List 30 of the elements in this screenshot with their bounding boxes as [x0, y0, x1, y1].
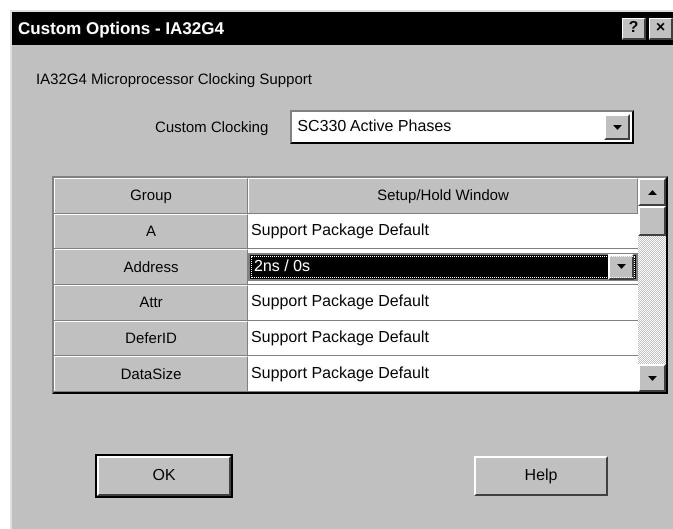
dropdown-button[interactable] [608, 254, 634, 280]
row-header: A [54, 214, 248, 248]
caret-icon [648, 376, 656, 380]
table-cell: Support Package Default [248, 356, 638, 392]
scroll-thumb[interactable] [638, 206, 666, 236]
window-title: Custom Options - IA32G4 [18, 18, 224, 38]
row-header: Attr [54, 285, 248, 320]
column-header: Setup/Hold Window [248, 178, 638, 213]
row-header: DataSize [54, 356, 248, 392]
clocking-dropdown[interactable]: SC330 Active Phases [290, 110, 634, 144]
scrollbar[interactable] [638, 178, 666, 392]
column-header: Group [54, 178, 248, 213]
caret-icon [616, 264, 626, 270]
heading-label: IA32G4 Microprocessor Clocking Support [36, 71, 313, 88]
dropdown-button[interactable] [604, 114, 630, 140]
ok-button[interactable]: OK [97, 456, 231, 496]
scroll-up-button[interactable] [638, 178, 666, 206]
value-dropdown[interactable]: 2ns / 0s [248, 252, 638, 281]
table-cell: Support Package Default [248, 320, 638, 356]
up-arrow-icon [648, 190, 656, 194]
caret-icon [612, 124, 622, 130]
close-button[interactable]: × [649, 18, 673, 40]
table-cell: Support Package Default [248, 285, 638, 320]
help-button[interactable]: ? [622, 18, 646, 40]
row-header: Address [54, 249, 248, 284]
scroll-down-button[interactable] [638, 364, 666, 392]
help-button[interactable]: Help [474, 456, 608, 496]
row-header: DeferID [54, 320, 248, 356]
field-label: Custom Clocking [155, 118, 268, 136]
table-cell: Support Package Default [248, 214, 638, 248]
